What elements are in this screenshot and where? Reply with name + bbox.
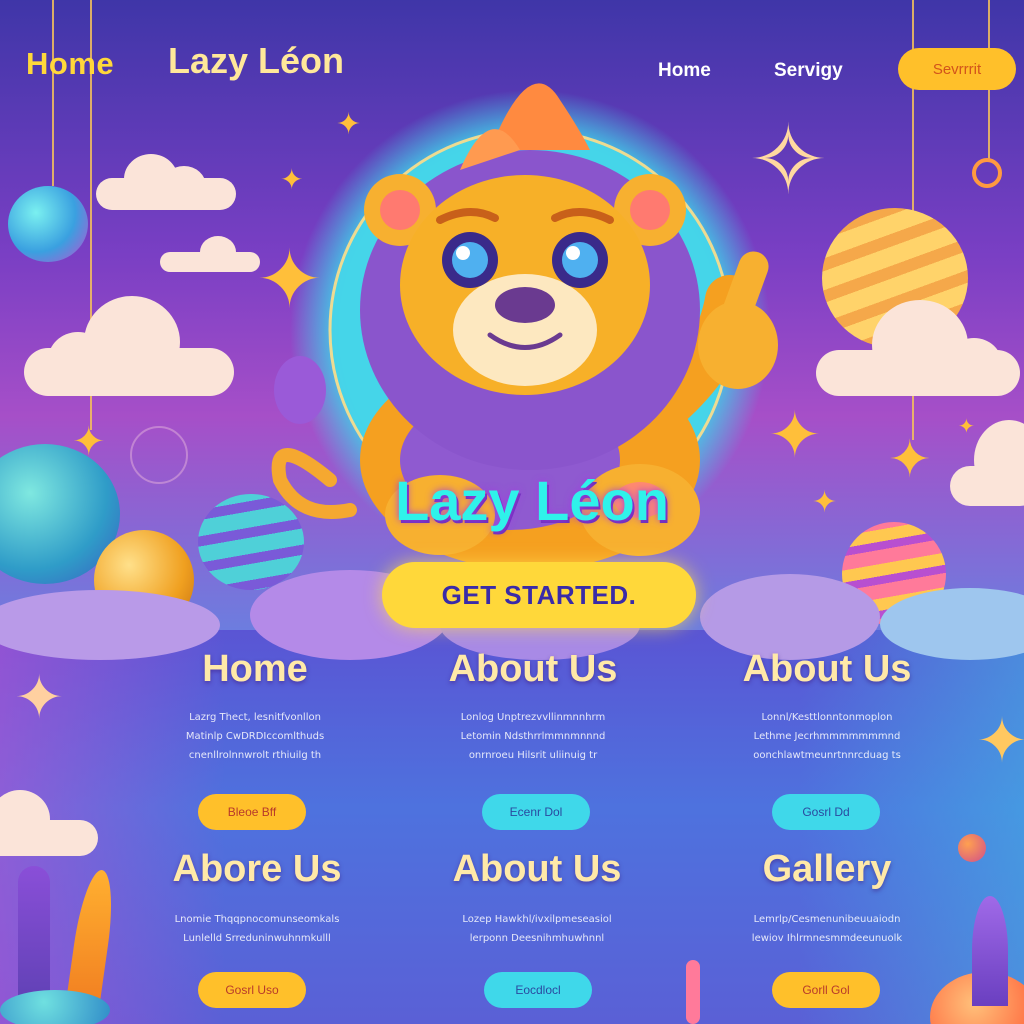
card-description: Lonnl/Kesttlonntonmoplon Lethme Jecrhmmm… <box>700 708 954 765</box>
card-text-line: Lemrlp/Cesmenunibeuuaiodn <box>753 914 901 925</box>
star-icon: ✦ <box>976 704 1024 777</box>
card-title: About Us <box>742 648 912 690</box>
card-text-line: onrnroeu Hilsrit uliinuig tr <box>468 750 598 761</box>
hero-title: Lazy Léon <box>395 469 669 532</box>
card-text-line: Matinlp CwDRDIccomlthuds <box>185 731 325 742</box>
cloud-icon <box>24 296 234 396</box>
cloud-icon <box>96 150 236 210</box>
card-description: Lonlog Unptrezvvllinmnnhrm Letomin Ndsth… <box>406 708 660 765</box>
card-text-line: lewiov Ihlrmnesmmdeeunuolk <box>751 933 903 944</box>
card-home: Home Lazrg Thect, lesnitfvonllon Matinlp… <box>110 648 400 830</box>
card-text-line: lerponn Deesnihmhuwhnnl <box>469 933 605 944</box>
planet-icon <box>8 186 88 262</box>
card-text-line: Lonlog Unptrezvvllinmnnhrm <box>460 712 606 723</box>
cloud-icon <box>0 790 98 856</box>
top-navigation: Home Lazy Léon Home Servigy Sevrrrit <box>0 0 1024 110</box>
card-description: Lozep Hawkhl/ivxilpmeseasiol lerponn Dee… <box>410 910 664 948</box>
card-text-line: Lonnl/Kesttlonntonmoplon <box>761 712 893 723</box>
card-text-line: Lunlelld Srreduninwuhnmkulll <box>183 933 331 944</box>
card-gallery: Gallery Lemrlp/Cesmenunibeuuaiodn lewiov… <box>682 848 972 1024</box>
nav-link-home[interactable]: Home <box>658 60 711 82</box>
card-title: About Us <box>448 648 618 690</box>
plant-icon <box>972 896 1008 1006</box>
card-description: Lnomie Thqqpnocomunseomkals Lunlelld Srr… <box>130 910 384 948</box>
card-text-line: Letomin Ndsthrrlmmnmnnnd <box>460 731 606 742</box>
card-about-us: About Us Lonlog Unptrezvvllinmnnhrm Leto… <box>388 648 678 830</box>
card-text-line: Lozep Hawkhl/ivxilpmeseasiol <box>462 914 612 925</box>
brand-logo-text[interactable]: Lazy Léon <box>168 40 344 82</box>
card-button[interactable]: Bleoe Bff <box>198 794 306 830</box>
card-button[interactable]: Ecenr Dol <box>482 794 590 830</box>
card-about-us-3: About Us Lozep Hawkhl/ivxilpmeseasiol le… <box>392 848 682 1024</box>
card-button[interactable]: Gosrl Dd <box>772 794 880 830</box>
card-text-line: Lazrg Thect, lesnitfvonllon <box>189 712 321 723</box>
cloud-icon <box>816 300 1020 396</box>
nav-home-large-link[interactable]: Home <box>26 46 114 82</box>
card-button[interactable]: Gorll Gol <box>772 972 880 1008</box>
card-title: Abore Us <box>172 848 342 890</box>
card-text-line: cnenllrolnnwrolt rthiuilg th <box>188 750 322 761</box>
card-description: Lazrg Thect, lesnitfvonllon Matinlp CwDR… <box>128 708 382 765</box>
card-description: Lemrlp/Cesmenunibeuuaiodn lewiov Ihlrmne… <box>700 910 954 948</box>
card-title: Gallery <box>762 848 892 890</box>
cloud-icon <box>160 236 260 272</box>
card-button[interactable]: Gosrl Uso <box>198 972 306 1008</box>
nav-cta-button[interactable]: Sevrrrit <box>898 48 1016 90</box>
planet-icon <box>0 990 110 1024</box>
card-text-line: Lnomie Thqqpnocomunseomkals <box>174 914 340 925</box>
card-abore-us: Abore Us Lnomie Thqqpnocomunseomkals Lun… <box>112 848 402 1024</box>
star-icon: ✦ <box>72 419 106 465</box>
card-text-line: Lethme Jecrhmmmmmmmnd <box>753 731 901 742</box>
card-title: About Us <box>452 848 622 890</box>
star-icon: ✦ <box>14 663 65 733</box>
card-button[interactable]: Eocdlocl <box>484 972 592 1008</box>
card-about-us-2: About Us Lonnl/Kesttlonntonmoplon Lethme… <box>682 648 972 830</box>
ring-icon <box>972 158 1002 188</box>
get-started-button[interactable]: GET STARTED. <box>382 562 696 628</box>
star-icon: ✦ <box>958 414 975 438</box>
card-title: Home <box>202 648 308 690</box>
card-text-line: oonchlawtmeunrtnnrcduag ts <box>753 750 901 761</box>
nav-link-services[interactable]: Servigy <box>774 60 843 82</box>
